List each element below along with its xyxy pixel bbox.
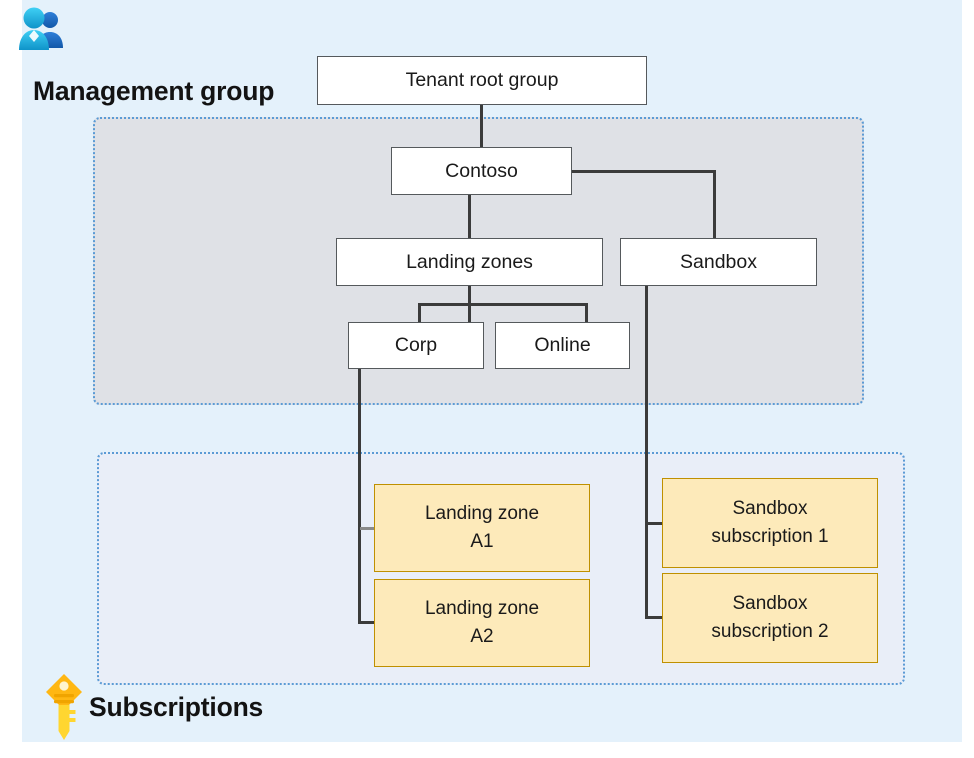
key-icon <box>42 672 86 745</box>
subscriptions-legend-label: Subscriptions <box>89 692 264 722</box>
diagram-canvas: Management group Subscriptions Tenant ro… <box>0 0 974 758</box>
node-sandbox-subscription-1[interactable]: Sandbox subscription 1 <box>662 478 878 568</box>
node-landing-zone-a2-line2: A2 <box>470 626 494 647</box>
node-sandbox-label: Sandbox <box>680 250 757 273</box>
node-contoso-label: Contoso <box>445 159 518 182</box>
node-online[interactable]: Online <box>495 322 630 369</box>
node-tenant-root-group[interactable]: Tenant root group <box>317 56 647 105</box>
node-sandbox-subscription-1-line2: subscription 1 <box>711 526 829 547</box>
people-icon <box>17 6 67 57</box>
connector-contoso-to-landing-zones <box>468 194 471 240</box>
node-landing-zone-a1-line2: A1 <box>470 531 494 552</box>
node-contoso[interactable]: Contoso <box>391 147 572 195</box>
connector-landing-zones-split-bar <box>418 303 588 306</box>
connector-tenant-to-contoso <box>480 103 483 149</box>
node-sandbox-subscription-2-line2: subscription 2 <box>711 621 829 642</box>
node-tenant-root-group-label: Tenant root group <box>405 69 559 91</box>
connector-contoso-to-sandbox-vertical <box>713 170 716 240</box>
node-corp[interactable]: Corp <box>348 322 484 369</box>
node-sandbox-subscription-1-line1: Sandbox <box>732 498 808 520</box>
node-online-label: Online <box>534 334 591 356</box>
connector-contoso-to-sandbox-horizontal <box>570 170 716 173</box>
node-landing-zone-a1-line1: Landing zone <box>424 503 540 525</box>
node-sandbox[interactable]: Sandbox <box>620 238 817 286</box>
node-landing-zones[interactable]: Landing zones <box>336 238 603 286</box>
node-corp-label: Corp <box>394 334 438 356</box>
management-group-legend-label: Management group <box>33 76 275 106</box>
connector-corp-spine <box>358 368 361 624</box>
node-landing-zones-label: Landing zones <box>406 250 533 273</box>
node-landing-zone-a2[interactable]: Landing zone A2 <box>374 579 590 667</box>
node-sandbox-subscription-2-line1: Sandbox <box>732 593 808 615</box>
node-sandbox-subscription-2[interactable]: Sandbox subscription 2 <box>662 573 878 663</box>
node-landing-zone-a2-line1: Landing zone <box>424 598 540 620</box>
node-landing-zone-a1[interactable]: Landing zone A1 <box>374 484 590 572</box>
connector-sandbox-spine <box>645 285 648 619</box>
